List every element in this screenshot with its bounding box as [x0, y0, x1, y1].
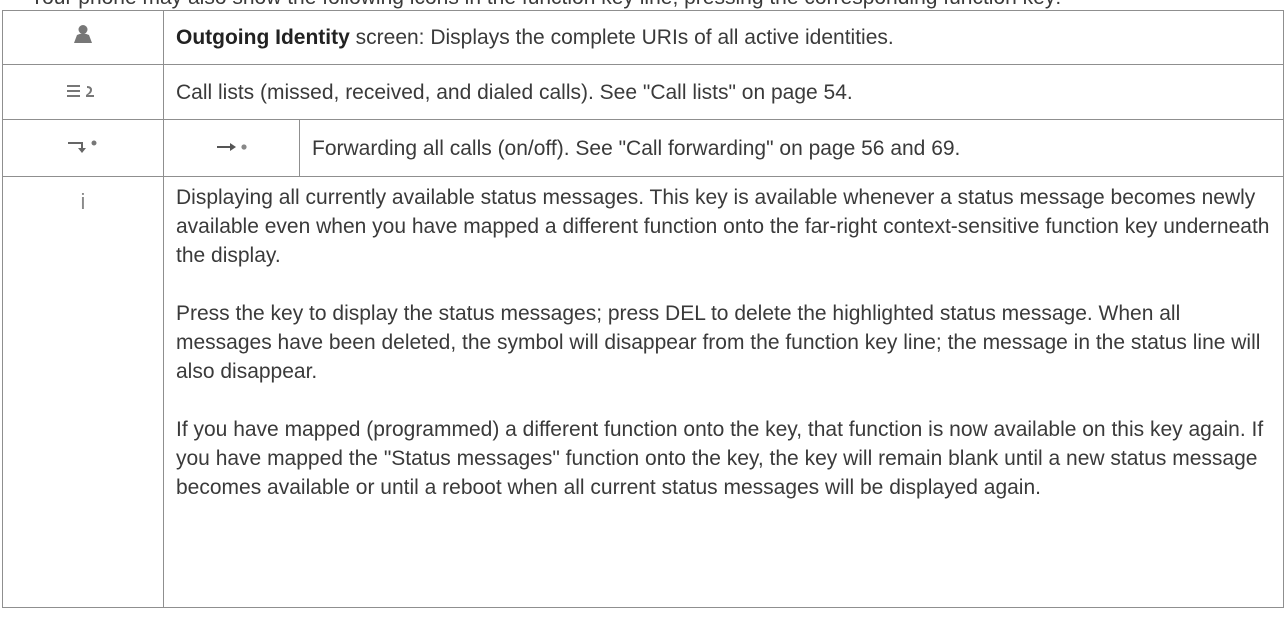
forward-active-icon	[66, 137, 100, 160]
forward-inactive-icon	[215, 137, 249, 160]
description-cell: Displaying all currently available statu…	[163, 176, 1284, 608]
description-cell: Forwarding all calls (on/off). See "Call…	[299, 119, 1284, 177]
description-paragraph: Press the key to display the status mess…	[176, 302, 1261, 383]
table-row: Outgoing Identity screen: Displays the c…	[2, 10, 1284, 65]
screen-name: Outgoing Identity	[176, 26, 350, 49]
clipped-intro-text: Your phone may also show the following i…	[30, 0, 1260, 10]
function-key-icon-table: Outgoing Identity screen: Displays the c…	[2, 10, 1284, 608]
icon-cell	[2, 64, 164, 120]
description-cell: Call lists (missed, received, and dialed…	[163, 64, 1284, 120]
call-list-icon	[66, 81, 100, 104]
description-paragraph: If you have mapped (programmed) a differ…	[176, 418, 1264, 499]
person-icon	[72, 25, 94, 49]
description-text: Call lists (missed, received, and dialed…	[176, 80, 853, 104]
icon-cell	[2, 119, 164, 177]
table-row: Call lists (missed, received, and dialed…	[2, 64, 1284, 120]
table-row: i Displaying all currently available sta…	[2, 176, 1284, 608]
description-paragraph: Displaying all currently available statu…	[176, 186, 1270, 267]
info-icon: i	[80, 189, 86, 214]
table-row: Forwarding all calls (on/off). See "Call…	[2, 119, 1284, 177]
description-text: Forwarding all calls (on/off). See "Call…	[312, 136, 961, 160]
icon-cell	[2, 10, 164, 65]
description-text: screen: Displays the complete URIs of al…	[349, 26, 894, 49]
description-cell: Outgoing Identity screen: Displays the c…	[163, 10, 1284, 65]
icon-cell	[163, 119, 300, 177]
icon-cell: i	[2, 176, 164, 608]
